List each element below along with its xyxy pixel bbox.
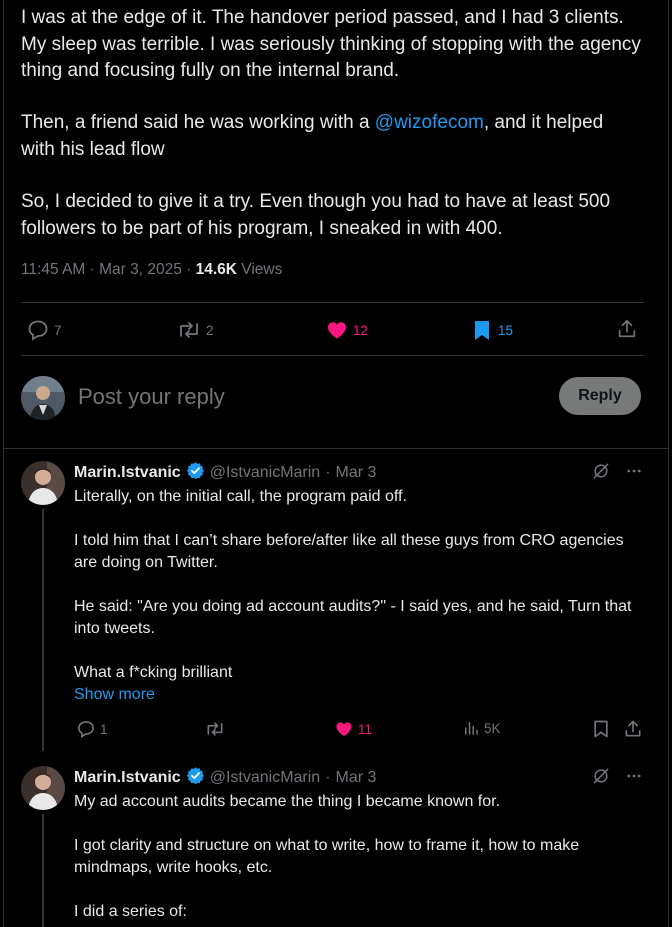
timestamp[interactable]: 11:45 AM · Mar 3, 2025 · <box>21 261 196 278</box>
reply-top-icons <box>591 766 643 791</box>
author-name[interactable]: Marin.Istvanic <box>74 769 181 787</box>
tweet-text: , and it helped <box>483 112 604 133</box>
heart-filled-icon <box>325 318 349 342</box>
reply-input[interactable] <box>76 383 480 411</box>
reply-text-line: I got clarity and structure on what to w… <box>74 837 580 876</box>
section-divider <box>4 448 668 449</box>
reply-count: 7 <box>54 322 62 338</box>
grok-icon[interactable] <box>591 766 611 791</box>
reply-count: 1 <box>100 721 108 737</box>
separator: · <box>325 464 331 481</box>
reply-text-line: He said: "Are you doing ad account audit… <box>74 598 632 637</box>
reply-composer: Reply <box>4 370 668 450</box>
tweet-text: with his lead flow <box>21 138 165 160</box>
bookmark-filled-icon <box>470 318 494 342</box>
repost-icon <box>204 719 226 739</box>
avatar[interactable] <box>21 766 65 810</box>
verified-badge-icon <box>186 461 205 485</box>
repost-action[interactable]: 2 <box>176 318 214 342</box>
reply-date[interactable]: Mar 3 <box>336 464 377 482</box>
reply-header: Marin.Istvanic @IstvanicMarin · Mar 3 <box>74 766 376 790</box>
reply-top-icons <box>591 461 643 486</box>
reply-tweet[interactable]: Marin.Istvanic @IstvanicMarin · Mar 3 My… <box>4 766 668 927</box>
tweet-paragraph-1: I was at the edge of it. The handover pe… <box>21 7 641 81</box>
reply-action[interactable]: 7 <box>26 318 62 342</box>
bookmark-action[interactable] <box>591 719 611 739</box>
show-more-link[interactable]: Show more <box>74 684 634 706</box>
tweet-meta: 11:45 AM · Mar 3, 2025 · 14.6K Views <box>21 261 282 279</box>
tweet-paragraph-2: Then, a friend said he was working with … <box>21 110 641 163</box>
like-count: 12 <box>353 322 369 338</box>
views-label: Views <box>236 261 283 278</box>
bookmark-count: 15 <box>498 322 514 338</box>
author-handle[interactable]: @IstvanicMarin <box>210 464 321 482</box>
avatar[interactable] <box>21 461 65 505</box>
repost-action[interactable] <box>204 719 230 739</box>
share-action[interactable] <box>623 719 643 739</box>
reply-action[interactable]: 1 <box>76 719 108 739</box>
reply-text-line: I did a series of: <box>74 903 187 920</box>
divider <box>21 355 644 356</box>
views-action[interactable]: 5K <box>462 719 501 737</box>
share-icon <box>616 318 638 340</box>
more-options-icon[interactable] <box>625 767 643 790</box>
thread-line <box>42 814 44 927</box>
reply-icon <box>26 318 50 342</box>
mention-link[interactable]: @wizofecom <box>375 112 484 133</box>
like-action[interactable]: 11 <box>334 719 372 739</box>
heart-filled-icon <box>334 719 354 739</box>
user-avatar[interactable] <box>21 376 65 420</box>
repost-icon <box>176 318 202 342</box>
share-icon <box>623 719 643 739</box>
reply-header: Marin.Istvanic @IstvanicMarin · Mar 3 <box>74 461 376 485</box>
more-options-icon[interactable] <box>625 462 643 485</box>
reply-text-line: What a f*cking brilliant <box>74 664 233 681</box>
views-count: 14.6K <box>195 261 237 278</box>
reply-date[interactable]: Mar 3 <box>336 769 377 787</box>
bookmark-icon <box>591 719 611 739</box>
verified-badge-icon <box>186 766 205 790</box>
conversation-column: I was at the edge of it. The handover pe… <box>3 0 669 927</box>
tweet-paragraph-3: So, I decided to give it a try. Even tho… <box>21 191 611 239</box>
divider <box>21 302 644 303</box>
author-handle[interactable]: @IstvanicMarin <box>210 769 321 787</box>
bookmark-action[interactable]: 15 <box>470 318 513 342</box>
views-count: 5K <box>484 720 501 736</box>
repost-count: 2 <box>206 322 214 338</box>
share-action[interactable] <box>616 318 638 340</box>
author-name[interactable]: Marin.Istvanic <box>74 464 181 482</box>
reply-text-line: Literally, on the initial call, the prog… <box>74 488 407 505</box>
tweet-text: Then, a friend said he was working with … <box>21 112 375 133</box>
reply-tweet[interactable]: Marin.Istvanic @IstvanicMarin · Mar 3 Li… <box>4 461 668 751</box>
like-action[interactable]: 12 <box>325 318 368 342</box>
thread-line <box>42 509 44 751</box>
separator: · <box>325 769 331 786</box>
like-count: 11 <box>358 721 373 737</box>
reply-icon <box>76 719 96 739</box>
analytics-icon <box>462 719 480 737</box>
grok-icon[interactable] <box>591 461 611 486</box>
reply-text-line: I told him that I can’t share before/aft… <box>74 532 624 571</box>
reply-text-line: My ad account audits became the thing I … <box>74 793 501 810</box>
reply-button[interactable]: Reply <box>559 377 641 415</box>
